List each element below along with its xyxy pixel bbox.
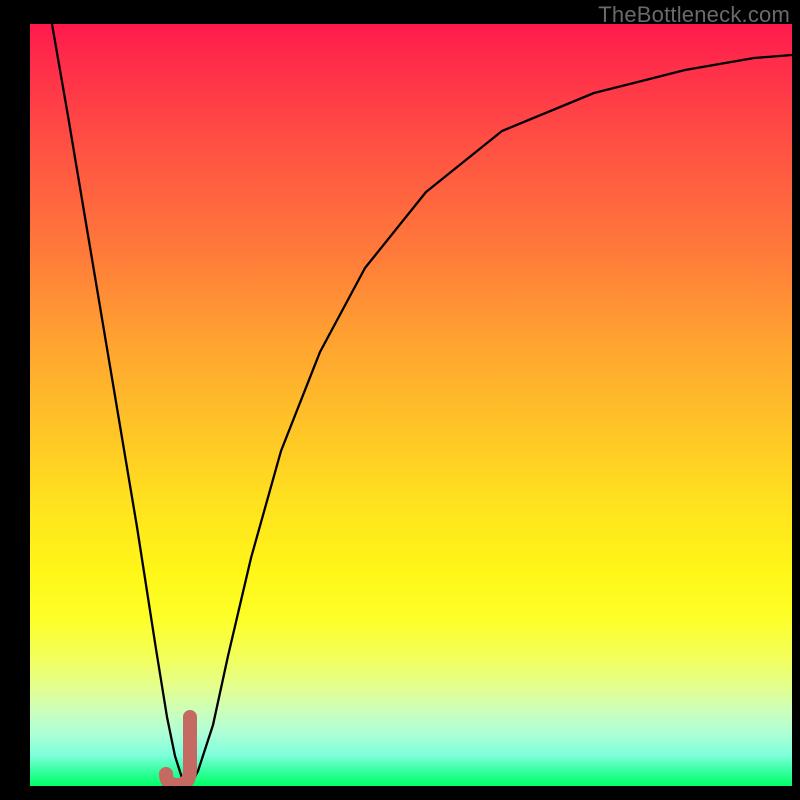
bottleneck-curve xyxy=(52,24,792,786)
curve-layer xyxy=(30,24,792,786)
chart-frame: TheBottleneck.com xyxy=(0,0,800,800)
watermark-text: TheBottleneck.com xyxy=(598,2,790,28)
plot-area xyxy=(30,24,792,786)
